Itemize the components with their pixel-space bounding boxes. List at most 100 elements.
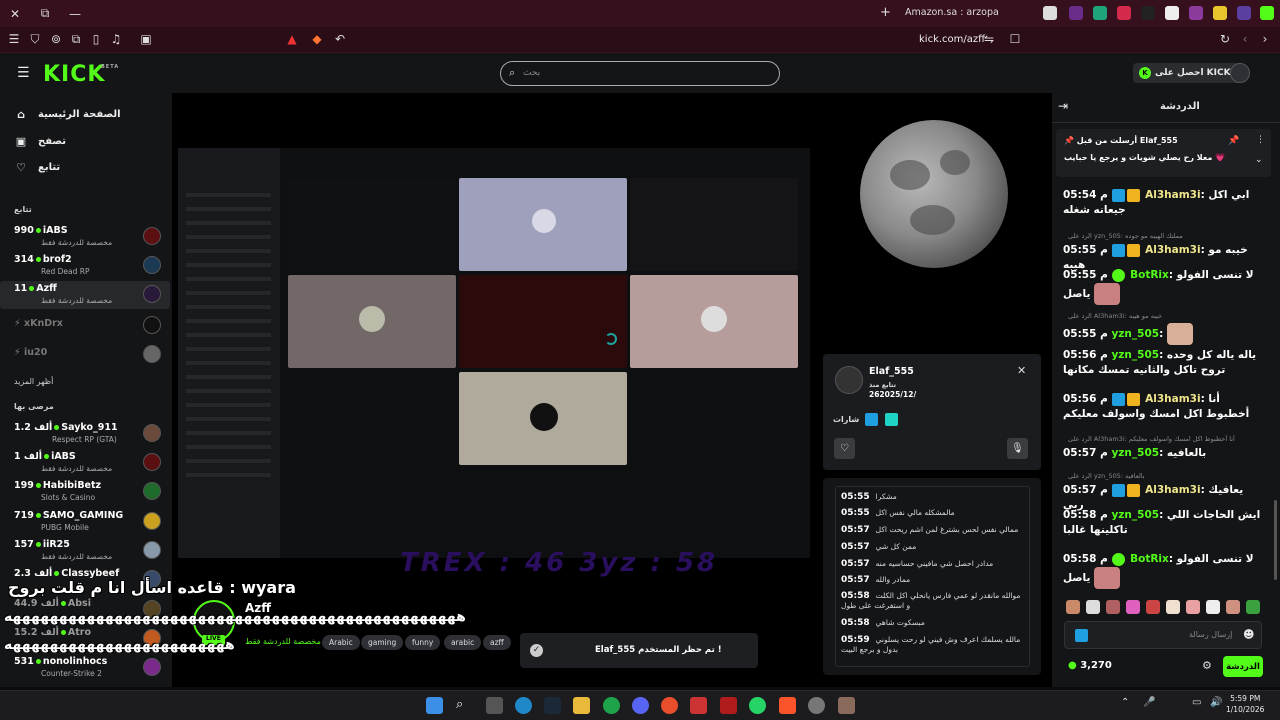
search-input[interactable]: ⌕ بحث — [500, 61, 780, 86]
emote[interactable] — [1206, 600, 1220, 614]
site-settings-icon[interactable]: ⇋ — [981, 32, 997, 46]
windows-start-icon[interactable] — [426, 697, 443, 714]
emote[interactable] — [1086, 600, 1100, 614]
emote[interactable] — [1246, 600, 1260, 614]
minimize-window-icon[interactable]: — — [60, 0, 90, 27]
extension-icon[interactable] — [1043, 6, 1057, 20]
chat-reply-context[interactable]: الرد على yzn_505: مملتك الهيبه مو جوده — [1068, 232, 1268, 240]
channel-row[interactable]: 157 iiR25 مخصصة للدردشة فقط — [0, 537, 170, 565]
chat-message[interactable]: 05:55 م yzn_505: — [1063, 323, 1263, 345]
chat-message[interactable]: 05:58 م yzn_505: ايش الحاجات اللي تاكلين… — [1063, 508, 1263, 538]
collapse-chat-icon[interactable]: ⇥ — [1058, 99, 1068, 113]
chat-message[interactable]: 05:57 م yzn_505: بالعافيه — [1063, 446, 1263, 461]
channel-row-active[interactable]: 11 Azff مخصصة للدردشة فقط — [0, 281, 170, 309]
more-icon[interactable]: ⋮ — [1256, 135, 1265, 145]
chat-reply-context[interactable]: الرد على yzn_505: بالعافيه — [1068, 472, 1268, 480]
user-avatar[interactable] — [1230, 63, 1250, 83]
stream-tag[interactable]: funny — [405, 635, 441, 650]
xbox-icon[interactable] — [603, 697, 620, 714]
youtube-icon[interactable] — [1117, 6, 1131, 20]
emoji-icon[interactable]: ☻ — [1243, 628, 1254, 641]
emote[interactable] — [1126, 600, 1140, 614]
chat-message[interactable]: 05:56 م yzn_505: ياله ياله كل وحده تروح … — [1063, 348, 1263, 378]
chat-reply-context[interactable]: الرد على Al3ham3i: أنا أخطبوط اكل امسك و… — [1068, 435, 1268, 443]
stream-tag[interactable]: Arabic — [322, 635, 360, 650]
brave-shield-icon[interactable]: ◆ — [309, 32, 325, 46]
extension-icon[interactable] — [1069, 6, 1083, 20]
taskbar-clock[interactable]: 5:59 PM 1/10/2026 — [1226, 693, 1264, 715]
extension-icon[interactable] — [1189, 6, 1203, 20]
sidebar-item-following[interactable]: ♡ تتابع — [14, 161, 60, 174]
hamburger-menu-icon[interactable]: ☰ — [17, 65, 30, 81]
extension-icon[interactable] — [1237, 6, 1251, 20]
notification-icon[interactable]: ▲ — [284, 32, 300, 46]
wallet-icon[interactable]: ▣ — [138, 32, 154, 46]
kick-extension-icon[interactable] — [1260, 6, 1274, 20]
emote[interactable] — [1106, 600, 1120, 614]
close-icon[interactable]: ✕ — [1017, 364, 1026, 377]
app-icon[interactable] — [720, 697, 737, 714]
brave-icon[interactable] — [779, 697, 796, 714]
mic-icon[interactable]: 🎤 — [1143, 697, 1155, 708]
sidebar-item-browse[interactable]: ▣ تصفح — [14, 135, 66, 148]
back-icon[interactable]: ‹ — [1237, 32, 1253, 46]
pin-icon[interactable]: 📌 — [1228, 136, 1239, 146]
forward-icon[interactable]: › — [1257, 32, 1273, 46]
app-icon[interactable] — [838, 697, 855, 714]
gear-icon[interactable]: ⚙ — [1202, 659, 1212, 672]
chat-message[interactable]: 05:55 م BotRix: لا تنسى الفولو ياصل — [1063, 268, 1263, 305]
tab-title[interactable]: Amazon.sa : arzopa — [905, 7, 999, 18]
get-kicks-button[interactable]: K احصل على KICKs — [1133, 63, 1242, 83]
stream-tag[interactable]: azff — [483, 635, 511, 650]
chat-message[interactable]: 05:58 م BotRix: لا تنسى الفولو ياصل — [1063, 552, 1263, 589]
channel-row[interactable]: 1 ألف iABS مخصصة للدردشة فقط — [0, 449, 170, 477]
folder-icon[interactable] — [573, 697, 590, 714]
tabs-icon[interactable]: ⧉ — [68, 32, 84, 47]
close-window-icon[interactable]: ✕ — [0, 0, 30, 27]
channel-row-offline[interactable]: ⚡ iu20 — [0, 341, 170, 369]
reload-icon[interactable]: ↻ — [1217, 32, 1233, 46]
channel-row[interactable]: 199 HabibiBetz Slots & Casino — [0, 478, 170, 506]
stream-tag[interactable]: gaming — [361, 635, 404, 650]
tray-expand-icon[interactable]: ⌃ — [1121, 697, 1129, 708]
app-icon[interactable] — [690, 697, 707, 714]
chat-input[interactable]: إرسال رسالة ☻ — [1064, 621, 1262, 649]
chat-message[interactable]: 05:56 م Al3ham3i: أنا أخطبوط اكل امسك وا… — [1063, 392, 1263, 422]
edge-icon[interactable] — [515, 697, 532, 714]
task-view-icon[interactable] — [486, 697, 503, 714]
network-icon[interactable]: ▭ — [1192, 697, 1201, 708]
whatsapp-icon[interactable] — [749, 697, 766, 714]
shield-icon[interactable]: ⛉ — [27, 32, 43, 47]
bookmark-icon[interactable]: ☐ — [1007, 32, 1023, 46]
stream-tag[interactable]: arabic — [444, 635, 482, 650]
channel-row[interactable]: 1.2 ألف Sayko_911 Respect RP (GTA) — [0, 420, 170, 448]
show-more-link[interactable]: أظهر المزيد — [14, 377, 53, 386]
channel-row[interactable]: 990 iABS مخصصة للدردشة فقط — [0, 223, 170, 251]
back-history-icon[interactable]: ↶ — [332, 32, 348, 46]
points-display[interactable]: ● 3,270 — [1068, 660, 1112, 671]
chevron-down-icon[interactable]: ⌄ — [1255, 155, 1263, 165]
kick-logo[interactable]: KICK BETA — [43, 62, 118, 87]
extension-icon[interactable] — [1165, 6, 1179, 20]
chat-scrollbar[interactable] — [1274, 500, 1277, 580]
emote[interactable] — [1066, 600, 1080, 614]
chat-reply-context[interactable]: الرد على Al3ham3i: خيبه مو هيبه — [1068, 312, 1268, 320]
steam-icon[interactable] — [544, 697, 561, 714]
emote[interactable] — [1186, 600, 1200, 614]
emote[interactable] — [1226, 600, 1240, 614]
extension-icon[interactable] — [1093, 6, 1107, 20]
chat-message[interactable]: 05:54 م Al3ham3i: ابي اكل جيعانه شغله — [1063, 188, 1263, 218]
url-text[interactable]: kick.com/azff — [919, 34, 985, 45]
channel-row[interactable]: 531 nonolinhocs Counter-Strike 2 — [0, 654, 170, 682]
pinned-message[interactable]: 📌 أرسلت من قبل Elaf_555 معلا رح يصلي شوي… — [1056, 129, 1271, 177]
discord-icon[interactable] — [632, 697, 649, 714]
new-tab-icon[interactable]: + — [880, 5, 891, 20]
sidebar-item-home[interactable]: ⌂ الصفحة الرئيسية — [14, 108, 121, 121]
music-icon[interactable]: ♫ — [108, 32, 124, 46]
chat-send-button[interactable]: الدردشة — [1223, 656, 1263, 677]
channel-row[interactable]: 314 brof2 Red Dead RP — [0, 252, 170, 280]
mic-icon[interactable]: 🎙 — [1007, 438, 1028, 459]
tiktok-icon[interactable] — [1141, 6, 1155, 20]
channel-row[interactable]: 719 SAMO_GAMING PUBG Mobile — [0, 508, 170, 536]
sidebar-icon[interactable]: ▯ — [88, 32, 104, 46]
